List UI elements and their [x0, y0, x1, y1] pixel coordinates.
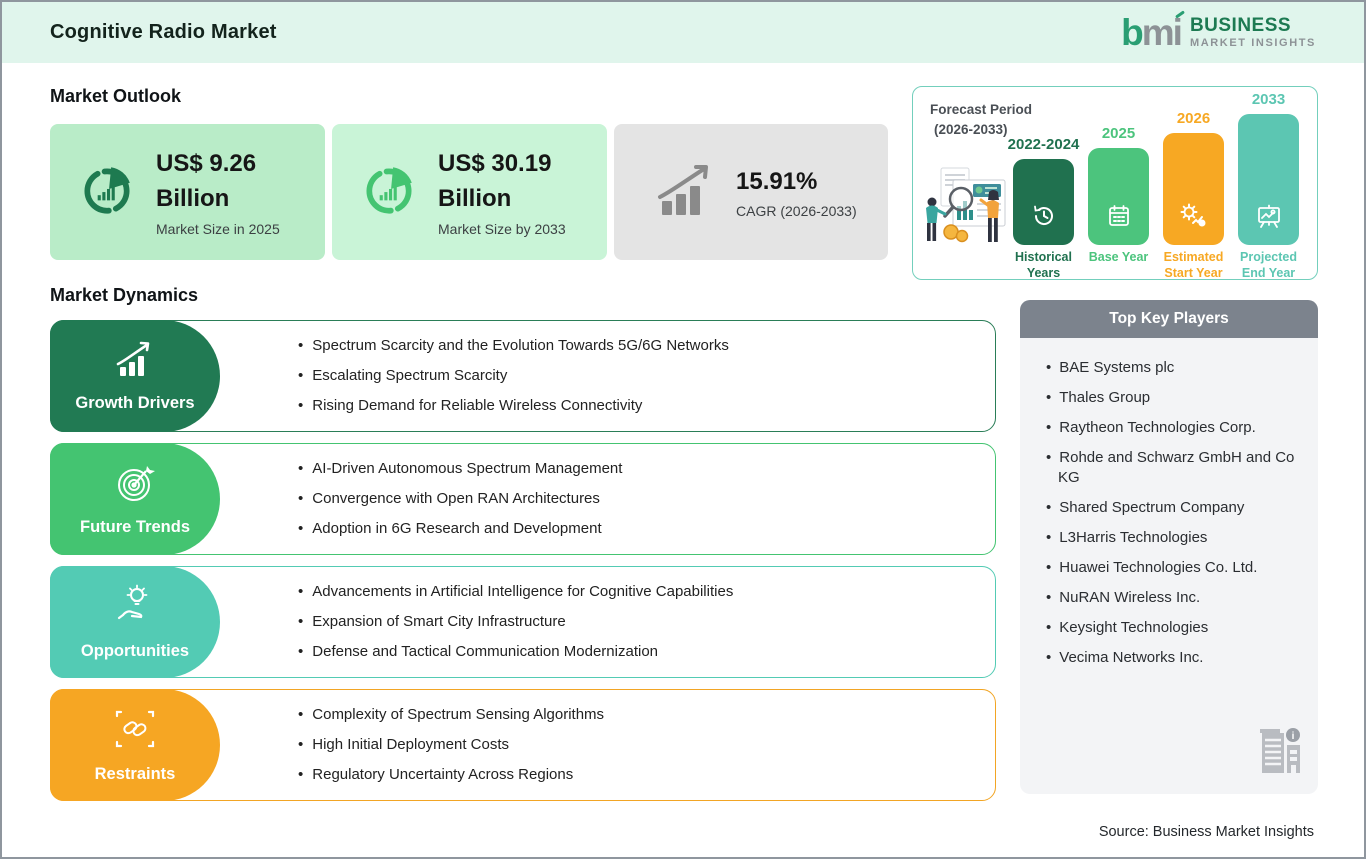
- bullet-item: Regulatory Uncertainty Across Regions: [298, 767, 604, 783]
- logo-line1: BUSINESS: [1189, 15, 1292, 36]
- stat-card-2033: US$ 30.19 Billion Market Size by 2033: [332, 124, 607, 260]
- stat-unit: Billion: [438, 185, 512, 212]
- growth-drivers-pill: Growth Drivers: [50, 320, 220, 432]
- donut-chart-icon: [360, 161, 418, 224]
- header-bar: Cognitive Radio Market bmi BUSINESS MARK…: [2, 2, 1364, 63]
- idea-hand-icon: [113, 584, 157, 633]
- row-bullets: Spectrum Scarcity and the Evolution Towa…: [220, 321, 729, 431]
- bullet-item: Complexity of Spectrum Sensing Algorithm…: [298, 707, 604, 723]
- bar-year-label: 2026: [1176, 110, 1211, 127]
- row-label: Growth Drivers: [75, 393, 195, 412]
- key-player-item: BAE Systems plc: [1046, 358, 1304, 378]
- page-title: Cognitive Radio Market: [50, 21, 277, 43]
- market-dynamics-rows: Growth Drivers Spectrum Scarcity and the…: [50, 320, 996, 801]
- logo-text: BUSINESS MARKET INSIGHTS: [1190, 16, 1316, 49]
- brand-logo: bmi BUSINESS MARKET INSIGHTS: [1121, 9, 1316, 51]
- bar-role-label: Base Year: [1088, 250, 1149, 264]
- forecast-period-panel: Forecast Period (2026-2033) 2022-2024 Hi…: [912, 86, 1318, 280]
- bullet-item: Escalating Spectrum Scarcity: [298, 368, 729, 384]
- outlook-cards: US$ 9.26 Billion Market Size in 2025 US$…: [50, 124, 888, 260]
- bar-year-label: 2025: [1101, 125, 1136, 142]
- forecast-bar-projected: 2033 Projected End Year: [1238, 91, 1299, 280]
- bullet-item: Rising Demand for Reliable Wireless Conn…: [298, 398, 729, 414]
- forecast-bar-estimated: 2026 Estimated Start Year: [1163, 110, 1224, 280]
- row-bullets: AI-Driven Autonomous Spectrum Management…: [220, 444, 622, 554]
- stat-card-cagr: 15.91% CAGR (2026-2033): [614, 124, 888, 260]
- growth-chart-icon: [654, 161, 716, 224]
- key-player-item: Keysight Technologies: [1046, 618, 1304, 638]
- row-label: Restraints: [94, 764, 176, 783]
- key-player-item: Raytheon Technologies Corp.: [1046, 418, 1304, 438]
- forecast-bar-historical: 2022-2024 Historical Years: [1008, 136, 1080, 280]
- chain-icon: [113, 707, 157, 756]
- svg-text:i: i: [1292, 731, 1295, 742]
- bullet-item: Advancements in Artificial Intelligence …: [298, 584, 733, 600]
- bullet-item: Defense and Tactical Communication Moder…: [298, 644, 733, 660]
- bullet-item: AI-Driven Autonomous Spectrum Management: [298, 461, 622, 477]
- top-key-players-panel: Top Key Players BAE Systems plc Thales G…: [1020, 300, 1318, 794]
- bar-historical: [1013, 159, 1074, 245]
- calendar-icon: [1106, 203, 1132, 229]
- key-players-list: BAE Systems plc Thales Group Raytheon Te…: [1020, 338, 1318, 668]
- stat-value: US$ 30.19: [438, 150, 552, 178]
- opportunities-row: Opportunities Advancements in Artificial…: [50, 566, 996, 678]
- bullet-item: Spectrum Scarcity and the Evolution Towa…: [298, 338, 729, 354]
- stat-card-2025: US$ 9.26 Billion Market Size in 2025: [50, 124, 325, 260]
- donut-chart-icon: [78, 161, 136, 224]
- row-bullets: Complexity of Spectrum Sensing Algorithm…: [220, 690, 604, 800]
- restraints-row: Restraints Complexity of Spectrum Sensin…: [50, 689, 996, 801]
- bullet-item: Adoption in 6G Research and Development: [298, 521, 622, 537]
- forecast-bar-base: 2025 Base Year: [1088, 125, 1149, 264]
- key-player-item: Rohde and Schwarz GmbH and Co KG: [1046, 448, 1304, 488]
- future-trends-row: Future Trends AI-Driven Autonomous Spect…: [50, 443, 996, 555]
- source-attribution: Source: Business Market Insights: [1098, 824, 1314, 840]
- market-dynamics-heading: Market Dynamics: [50, 285, 199, 305]
- opportunities-pill: Opportunities: [50, 566, 220, 678]
- future-trends-pill: Future Trends: [50, 443, 220, 555]
- key-player-item: Shared Spectrum Company: [1046, 498, 1304, 518]
- gear-chart-icon: [1180, 203, 1208, 229]
- market-outlook-heading: Market Outlook: [50, 86, 182, 106]
- stat-value: US$ 9.26: [156, 150, 257, 178]
- bar-year-label: 2033: [1251, 91, 1286, 108]
- growth-chart-icon: [112, 340, 158, 385]
- restraints-pill: Restraints: [50, 689, 220, 801]
- presentation-icon: [1256, 203, 1282, 229]
- infographic-page: Cognitive Radio Market bmi BUSINESS MARK…: [0, 0, 1366, 859]
- stat-value: 15.91%: [736, 167, 818, 195]
- bmi-logo-icon: bmi: [1121, 9, 1185, 51]
- stat-caption: CAGR (2026-2033): [736, 203, 857, 220]
- bar-base: [1088, 148, 1149, 245]
- bar-role-label: Historical Years: [1015, 250, 1072, 280]
- key-player-item: L3Harris Technologies: [1046, 528, 1304, 548]
- key-player-item: Vecima Networks Inc.: [1046, 648, 1304, 668]
- stat-unit: Billion: [156, 185, 230, 212]
- bar-year-label: 2022-2024: [1007, 136, 1080, 153]
- bar-role-label: Projected End Year: [1240, 250, 1297, 280]
- key-players-heading: Top Key Players: [1020, 300, 1318, 338]
- row-label: Future Trends: [79, 517, 190, 536]
- bar-role-label: Estimated Start Year: [1163, 250, 1224, 280]
- logo-line2: MARKET INSIGHTS: [1189, 37, 1316, 49]
- bar-estimated: [1163, 133, 1224, 245]
- row-bullets: Advancements in Artificial Intelligence …: [220, 567, 733, 677]
- company-building-icon: i: [1260, 725, 1302, 782]
- growth-drivers-row: Growth Drivers Spectrum Scarcity and the…: [50, 320, 996, 432]
- forecast-bars: 2022-2024 Historical Years 2025 Base Yea…: [1008, 91, 1299, 280]
- row-label: Opportunities: [80, 641, 190, 660]
- target-icon: [114, 462, 156, 509]
- stat-caption: Market Size by 2033: [438, 220, 566, 237]
- key-player-item: NuRAN Wireless Inc.: [1046, 588, 1304, 608]
- history-clock-icon: [1031, 203, 1057, 229]
- key-player-item: Huawei Technologies Co. Ltd.: [1046, 558, 1304, 578]
- stat-caption: Market Size in 2025: [156, 220, 280, 237]
- bullet-item: Expansion of Smart City Infrastructure: [298, 614, 733, 630]
- bullet-item: Convergence with Open RAN Architectures: [298, 491, 622, 507]
- bar-projected: [1238, 114, 1299, 245]
- bullet-item: High Initial Deployment Costs: [298, 737, 604, 753]
- key-player-item: Thales Group: [1046, 388, 1304, 408]
